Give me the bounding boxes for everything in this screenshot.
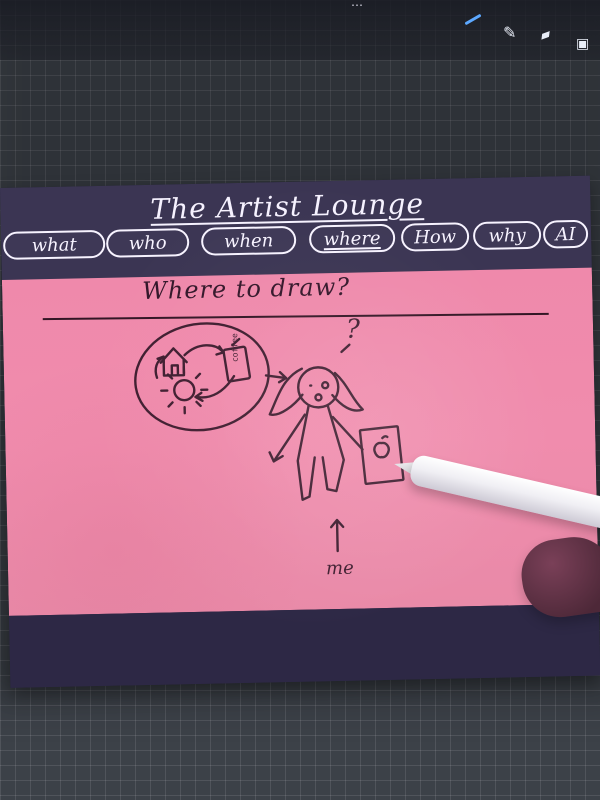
house-door <box>170 364 180 377</box>
person-mouth <box>314 393 323 402</box>
question-mark-hint <box>340 343 351 354</box>
drawing-scene: ⋯ ✎ ▰ ▣ The Artist Lounge what who when … <box>0 0 600 800</box>
canvas-header: The Artist Lounge what who when where Ho… <box>0 175 592 280</box>
sun-icon <box>173 378 196 402</box>
top-toolbar: ⋯ ✎ ▰ ▣ <box>0 0 600 60</box>
pink-drawing-page[interactable]: Where to draw? coffee ? me <box>1 267 599 616</box>
more-menu-dots[interactable]: ⋯ <box>351 0 363 11</box>
nav-item-where[interactable]: where <box>308 223 396 254</box>
layers-icon[interactable]: ▣ <box>576 37 589 51</box>
nav-item-how[interactable]: How <box>400 222 470 252</box>
person-arm-left <box>272 413 307 463</box>
sun-rays <box>160 365 209 415</box>
person-head <box>297 366 340 409</box>
tablet-bottom-bezel <box>8 603 600 688</box>
person-arm-right <box>331 415 364 451</box>
nav-item-ai[interactable]: AI <box>542 219 589 249</box>
nav-item-what[interactable]: what <box>2 229 106 260</box>
nav-item-when[interactable]: when <box>200 225 297 256</box>
ipad-sketch <box>358 425 405 486</box>
apple-logo-sketch <box>373 441 390 459</box>
person-body-left <box>296 404 316 501</box>
topic-navigation: what who when where How why AI <box>2 219 590 266</box>
drawing-canvas[interactable]: The Artist Lounge what who when where Ho… <box>0 175 600 688</box>
pen-icon[interactable] <box>464 13 482 26</box>
sketch-drawing <box>134 322 405 553</box>
page-title: The Artist Lounge <box>150 187 425 226</box>
person-eye-right <box>321 381 330 390</box>
question-mark: ? <box>345 314 361 345</box>
eraser-icon[interactable]: ▰ <box>538 26 554 45</box>
coffee-label: coffee <box>230 333 240 363</box>
thought-bubble <box>134 322 270 432</box>
me-arrow <box>329 518 345 553</box>
brush-icon[interactable]: ✎ <box>503 25 516 41</box>
nav-item-who[interactable]: who <box>105 228 190 258</box>
me-label: me <box>325 557 354 580</box>
nav-item-why[interactable]: why <box>472 220 542 251</box>
